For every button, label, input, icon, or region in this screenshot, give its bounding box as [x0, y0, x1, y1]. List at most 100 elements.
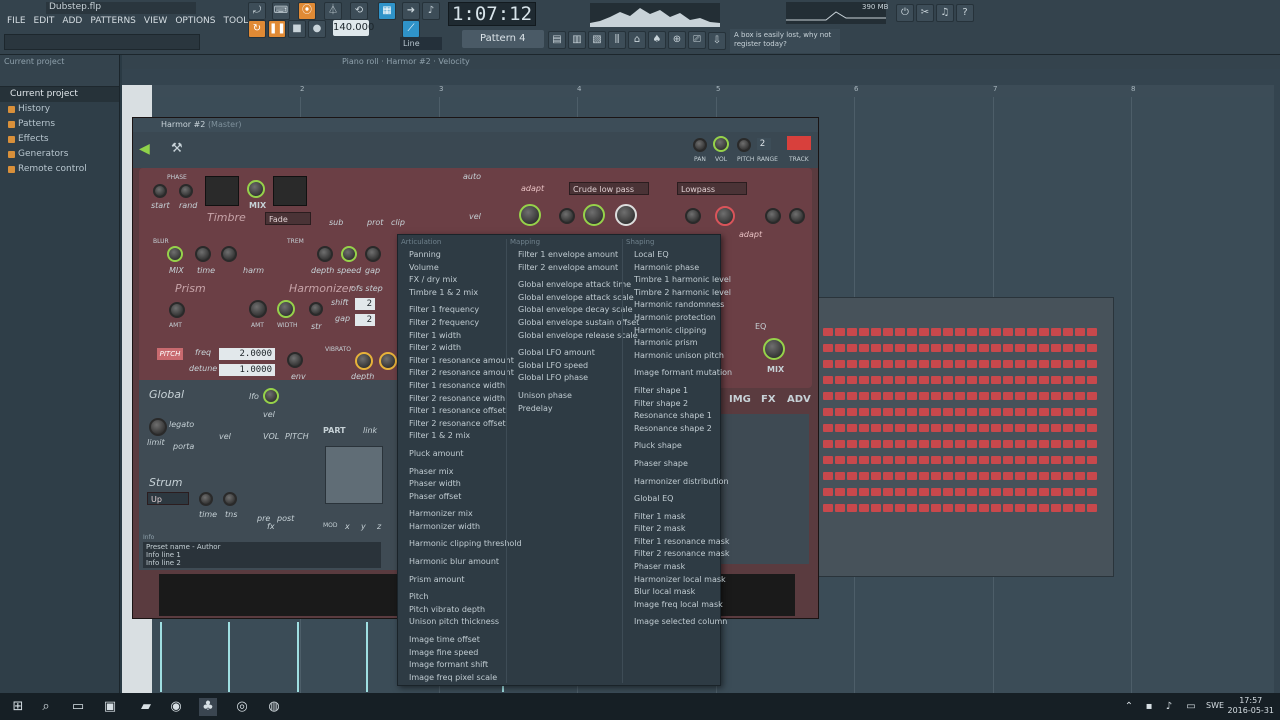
trem-depth-knob[interactable] — [317, 246, 333, 262]
vibrato-depth-knob[interactable] — [355, 352, 373, 370]
blur-mix-knob[interactable] — [167, 246, 183, 262]
menu-item[interactable]: Filter 1 envelope amount — [507, 249, 622, 262]
task-view-icon[interactable]: ▭ — [69, 698, 87, 716]
tab-img[interactable]: IMG — [729, 394, 751, 405]
menu-item[interactable]: Filter 2 width — [398, 342, 506, 355]
filter-1-res-knob[interactable] — [559, 208, 575, 224]
piano-roll-icon[interactable]: ▥ — [568, 31, 586, 49]
pitch-env-knob[interactable] — [287, 352, 303, 368]
step-edit-icon[interactable]: ⦿ — [298, 2, 316, 20]
menu-item[interactable]: Image freq pixel scale — [398, 672, 506, 685]
menu-item[interactable]: Harmonic clipping threshold — [398, 538, 522, 551]
menu-item[interactable]: Filter 1 resonance offset — [398, 405, 506, 418]
harmonizer-width-knob[interactable] — [277, 300, 295, 318]
mixer-icon[interactable]: ⫼ — [608, 31, 626, 49]
menu-item[interactable]: Filter 2 mask — [623, 523, 722, 536]
menu-item[interactable]: Filter shape 1 — [623, 385, 722, 398]
piano-roll-breadcrumb[interactable]: Piano roll · Harmor #2 · Velocity — [342, 57, 470, 66]
browser-icon[interactable]: ⌂ — [628, 31, 646, 49]
strum-mode-select[interactable]: Up — [147, 492, 189, 505]
menu-item[interactable]: Harmonic randomness — [623, 299, 724, 312]
menu-item[interactable]: Filter 2 resonance offset — [398, 418, 506, 431]
pat-song-toggle[interactable]: ↻ — [248, 20, 266, 38]
pitch-button[interactable]: PITCH — [157, 348, 183, 360]
menu-item[interactable]: Unison pitch thickness — [398, 616, 506, 629]
strum-tns-knob[interactable] — [223, 492, 237, 506]
range-value[interactable]: 2 — [757, 138, 771, 150]
menu-item[interactable]: Filter 2 resonance width — [398, 393, 506, 406]
menu-item[interactable]: FX / dry mix — [398, 274, 506, 287]
blur-time-knob[interactable] — [195, 246, 211, 262]
pattern-selector[interactable]: Pattern 4 — [462, 30, 544, 48]
menu-item[interactable]: Global envelope release scale — [507, 330, 638, 343]
browser-item-generators[interactable]: Generators — [0, 147, 119, 162]
channel-rack-icon[interactable]: ▤ — [548, 31, 566, 49]
tab-adv[interactable]: ADV — [787, 394, 811, 405]
playlist-icon[interactable]: ▧ — [588, 31, 606, 49]
filter-1-env-knob[interactable] — [583, 204, 605, 226]
file-explorer-icon[interactable]: ▰ — [137, 698, 155, 716]
trem-gap-knob[interactable] — [365, 246, 381, 262]
menu-view[interactable]: VIEW — [141, 14, 170, 30]
shift-value[interactable]: 2 — [355, 298, 375, 310]
menu-item[interactable]: Timbre 1 harmonic level — [623, 274, 731, 287]
velocity-bar[interactable] — [160, 622, 162, 692]
menu-item[interactable]: Filter 1 frequency — [398, 304, 506, 317]
prism-amt-knob[interactable] — [169, 302, 185, 318]
menu-item[interactable]: Filter 2 frequency — [398, 317, 506, 330]
menu-item[interactable]: Harmonic prism — [623, 337, 722, 350]
plugin-picker-icon[interactable]: ♠ — [648, 31, 666, 49]
menu-options[interactable]: OPTIONS — [172, 14, 218, 30]
menu-edit[interactable]: EDIT — [31, 14, 58, 30]
filter-mix-knob[interactable] — [615, 204, 637, 226]
network-icon[interactable]: ▭ — [1182, 698, 1200, 716]
menu-item[interactable]: Harmonizer distribution — [623, 476, 729, 489]
menu-item[interactable]: Filter 2 resonance mask — [623, 548, 730, 561]
slide-icon[interactable]: ⟋ — [402, 20, 420, 38]
menu-item[interactable]: Image formant shift — [398, 659, 506, 672]
download-icon[interactable]: ⇩ — [708, 32, 726, 50]
filter-2-type-select[interactable]: Lowpass — [677, 182, 747, 195]
harmonizer-str-knob[interactable] — [309, 302, 323, 316]
menu-item[interactable]: Filter 1 & 2 mix — [398, 430, 506, 443]
menu-item[interactable]: Local EQ — [623, 249, 722, 262]
pause-button[interactable]: ❚❚ — [268, 20, 286, 38]
touch-controller-icon[interactable]: ⊕ — [668, 31, 686, 49]
menu-item[interactable]: Filter 1 width — [398, 330, 506, 343]
menu-item[interactable]: Filter 2 envelope amount — [507, 262, 622, 275]
velocity-bar[interactable] — [297, 622, 299, 692]
record-audio-icon[interactable]: ⎚ — [688, 31, 706, 49]
velocity-bar[interactable] — [228, 622, 230, 692]
menu-item[interactable]: Pitch vibrato depth — [398, 604, 506, 617]
tray-app-icon[interactable]: ▪ — [1140, 698, 1158, 716]
help-icon[interactable]: ? — [956, 4, 974, 22]
timbre-2-display[interactable] — [273, 176, 307, 206]
menu-item[interactable]: Phaser width — [398, 478, 506, 491]
step-grid[interactable] — [823, 328, 1103, 528]
menu-item[interactable]: Image freq local mask — [623, 599, 723, 612]
menu-item[interactable]: Panning — [398, 249, 506, 262]
menu-item[interactable]: Global envelope decay scale — [507, 304, 633, 317]
store-icon[interactable]: ▣ — [101, 698, 119, 716]
plugin-options-icon[interactable]: ◀ — [139, 141, 150, 157]
tab-fx[interactable]: FX — [761, 394, 776, 405]
menu-item[interactable]: Blur local mask — [623, 586, 722, 599]
system-clock[interactable]: 17:57 2016-05-31 — [1228, 696, 1275, 716]
menu-item[interactable]: Image selected column — [623, 616, 727, 629]
chrome-icon[interactable]: ◉ — [167, 698, 185, 716]
harmonizer-amt-knob[interactable] — [249, 300, 267, 318]
filter-1-type-select[interactable]: Crude low pass — [569, 182, 649, 195]
trem-speed-knob[interactable] — [341, 246, 357, 262]
firefox-icon[interactable]: ◍ — [265, 698, 283, 716]
metronome-icon[interactable]: ⏃ — [324, 2, 342, 20]
velocity-bar[interactable] — [366, 622, 368, 692]
detune-value[interactable]: 1.0000 — [219, 364, 275, 376]
menu-item[interactable]: Resonance shape 2 — [623, 423, 722, 436]
menu-item[interactable]: Global LFO speed — [507, 360, 622, 373]
menu-item[interactable]: Harmonizer mix — [398, 508, 506, 521]
menu-item[interactable]: Global envelope attack scale — [507, 292, 634, 305]
filter-2-ofs-knob[interactable] — [765, 208, 781, 224]
menu-item[interactable]: Filter 1 resonance width — [398, 380, 506, 393]
filter-1-freq-knob[interactable] — [519, 204, 541, 226]
menu-item[interactable]: Phaser mask — [623, 561, 722, 574]
